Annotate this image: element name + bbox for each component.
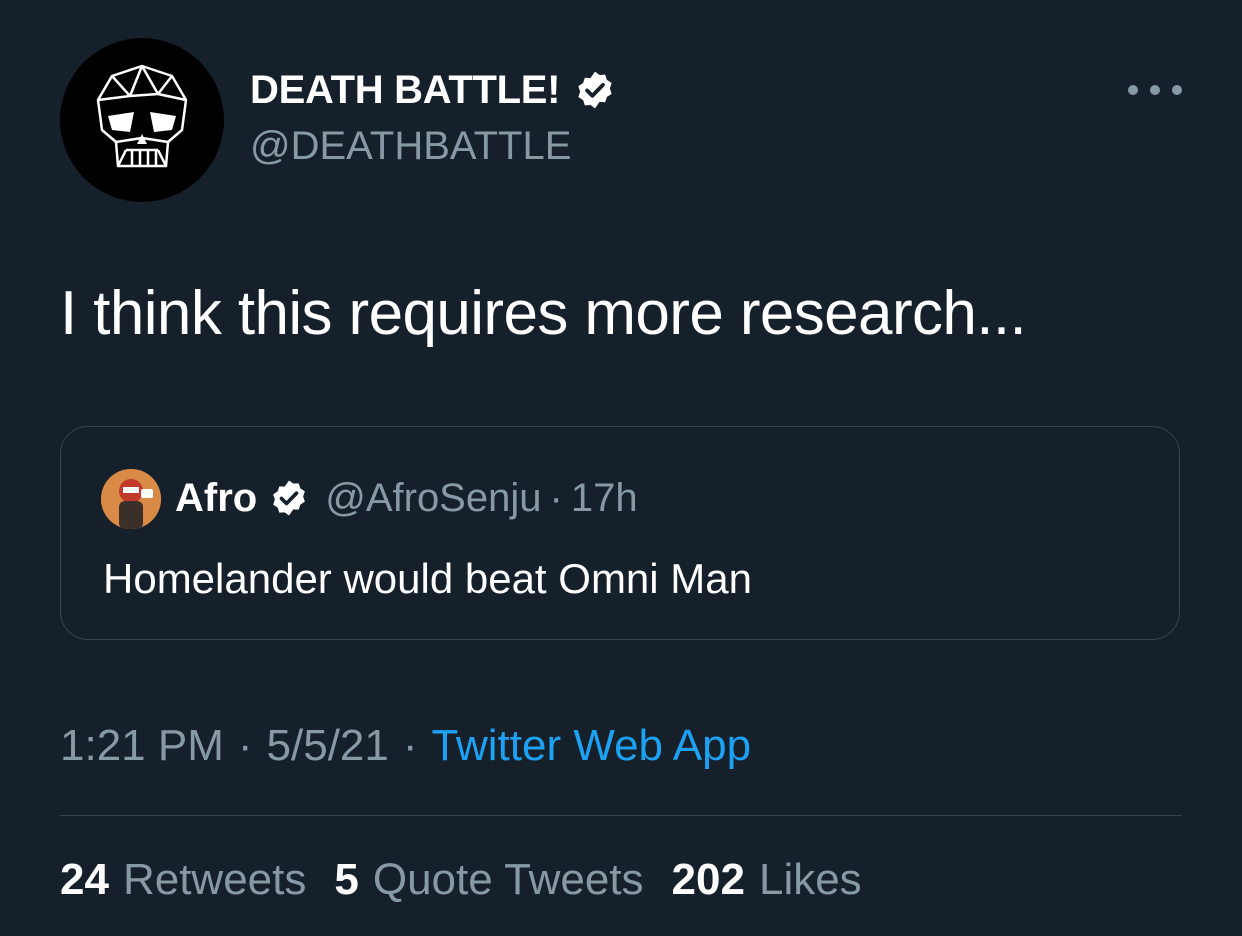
more-options-button[interactable] bbox=[1128, 76, 1182, 104]
quote-tweets-count: 5 bbox=[334, 855, 359, 904]
quote-tweets-label: Quote Tweets bbox=[372, 855, 644, 904]
verified-badge-icon bbox=[273, 480, 306, 516]
quoted-tweet-card[interactable]: Afro @AfroSenju · 17h Homelander would b… bbox=[60, 426, 1180, 640]
likes-count: 202 bbox=[671, 855, 745, 904]
quote-tweets-stat[interactable]: 5 Quote Tweets bbox=[334, 855, 643, 905]
author-name-row[interactable]: DEATH BATTLE! bbox=[250, 64, 616, 116]
cartoon-character-avatar-icon bbox=[101, 469, 161, 529]
tweet-detail-page: DEATH BATTLE! @DEATHBATTLE I think this … bbox=[0, 0, 1242, 936]
quoted-tweet-header: Afro @AfroSenju · 17h bbox=[175, 473, 638, 523]
author-handle[interactable]: @DEATHBATTLE bbox=[250, 124, 571, 169]
tweet-time[interactable]: 1:21 PM bbox=[60, 721, 224, 771]
geometric-skull-icon bbox=[96, 64, 188, 168]
more-options-icon bbox=[1128, 85, 1138, 95]
separator-dot: · bbox=[237, 721, 253, 770]
verified-badge-icon bbox=[578, 71, 612, 109]
tweet-meta: 1:21 PM · 5/5/21 · Twitter Web App bbox=[60, 718, 751, 774]
retweets-label: Retweets bbox=[122, 855, 307, 904]
likes-stat[interactable]: 202 Likes bbox=[672, 855, 862, 905]
quoted-author-avatar[interactable] bbox=[101, 469, 161, 529]
retweets-count: 24 bbox=[60, 855, 109, 904]
tweet-source-link[interactable]: Twitter Web App bbox=[432, 721, 752, 771]
likes-label: Likes bbox=[758, 855, 862, 904]
author-avatar[interactable] bbox=[60, 38, 224, 202]
separator-dot: · bbox=[402, 721, 418, 770]
more-options-icon bbox=[1150, 85, 1160, 95]
separator-dot: · bbox=[549, 475, 563, 520]
retweets-stat[interactable]: 24 Retweets bbox=[60, 855, 306, 905]
author-display-name[interactable]: DEATH BATTLE! bbox=[250, 68, 560, 113]
quoted-tweet-text: Homelander would beat Omni Man bbox=[103, 555, 752, 602]
divider bbox=[60, 815, 1182, 816]
quoted-author-handle[interactable]: @AfroSenju bbox=[325, 476, 541, 521]
tweet-stats: 24 Retweets 5 Quote Tweets 202 Likes bbox=[60, 852, 890, 908]
quoted-tweet-time[interactable]: 17h bbox=[571, 476, 638, 521]
tweet-date[interactable]: 5/5/21 bbox=[267, 721, 389, 771]
more-options-icon bbox=[1172, 85, 1182, 95]
quoted-author-name[interactable]: Afro bbox=[175, 476, 257, 521]
tweet-text: I think this requires more research... bbox=[60, 279, 1027, 348]
